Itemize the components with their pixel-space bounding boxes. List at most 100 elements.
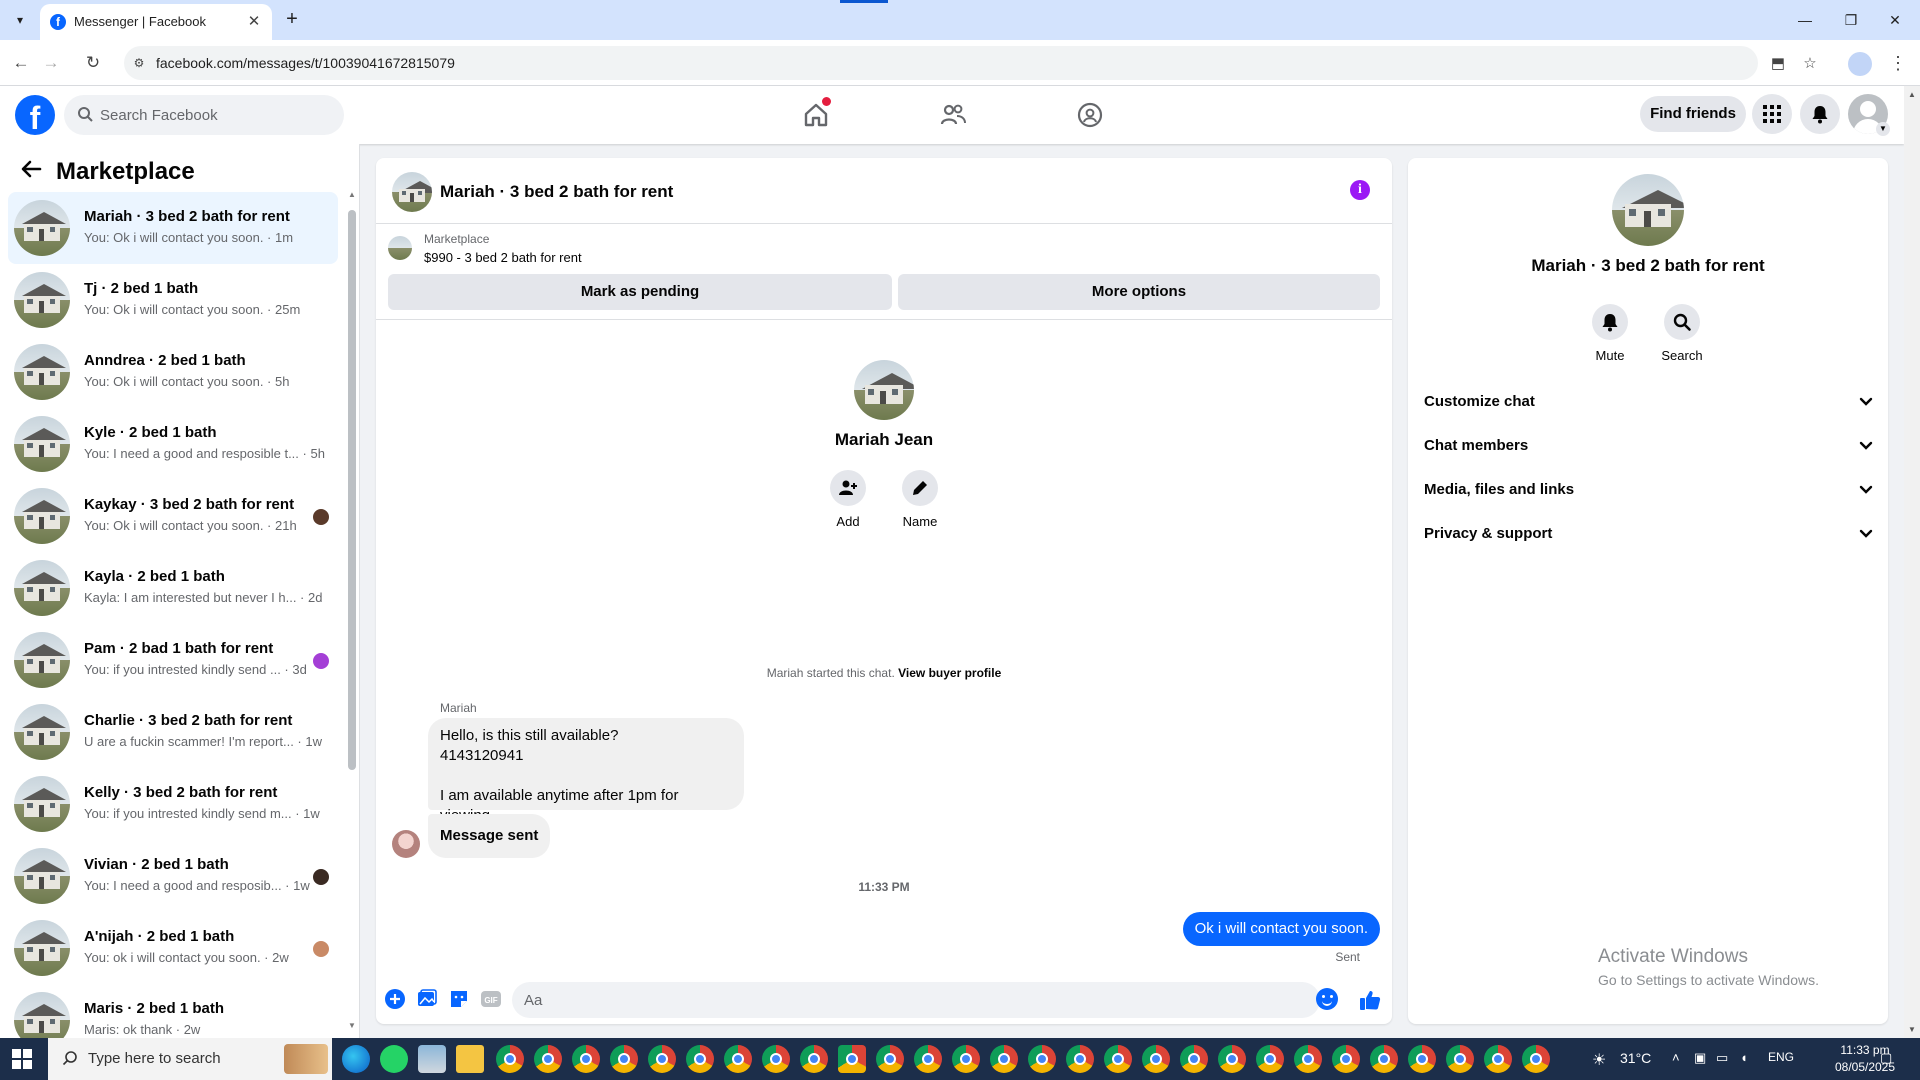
chrome-app-icon[interactable] (952, 1045, 980, 1073)
chrome-app-icon[interactable] (724, 1045, 752, 1073)
chrome-app-icon[interactable] (1256, 1045, 1284, 1073)
language-indicator[interactable]: ENG (1768, 1050, 1794, 1064)
conversation-item[interactable]: Kyle · 2 bed 1 bath You: I need a good an… (8, 408, 338, 480)
volume-icon[interactable]: ◖ (1740, 1050, 1748, 1065)
add-member-button[interactable]: Add (818, 470, 878, 529)
chrome-app-icon[interactable] (686, 1045, 714, 1073)
facebook-search[interactable] (64, 95, 344, 135)
friends-nav-icon[interactable] (933, 95, 973, 135)
network-icon[interactable]: ▭ (1716, 1050, 1728, 1066)
new-tab-icon[interactable]: + (280, 8, 304, 32)
chrome-app-icon[interactable] (876, 1045, 904, 1073)
chrome-app-icon[interactable] (914, 1045, 942, 1073)
gif-icon[interactable]: GIF (480, 988, 504, 1012)
conversation-item[interactable]: Pam · 2 bad 1 bath for rent You: if you i… (8, 624, 338, 696)
chrome-app-icon[interactable] (1484, 1045, 1512, 1073)
conversation-item[interactable]: A'nijah · 2 bed 1 bath You: ok i will con… (8, 912, 338, 984)
account-chevron-icon[interactable]: ▼ (1876, 122, 1890, 136)
taskbar-search[interactable]: Type here to search (48, 1038, 332, 1080)
install-app-icon[interactable]: ⬒ (1768, 54, 1788, 74)
conversation-item[interactable]: Charlie · 3 bed 2 bath for rent U are a f… (8, 696, 338, 768)
chrome-app-icon[interactable] (572, 1045, 600, 1073)
edit-name-button[interactable]: Name (890, 470, 950, 529)
sender-avatar[interactable] (392, 830, 420, 858)
temperature[interactable]: 31°C (1620, 1050, 1651, 1066)
chrome-app-icon[interactable] (990, 1045, 1018, 1073)
notifications-bell-icon[interactable] (1800, 94, 1840, 134)
tab-search-chevron-icon[interactable]: ▾ (6, 8, 34, 32)
url-text[interactable]: facebook.com/messages/t/1003904167281507… (156, 55, 455, 71)
minimize-icon[interactable]: — (1790, 8, 1820, 32)
contact-avatar[interactable] (854, 360, 914, 420)
conversation-item[interactable]: Kaykay · 3 bed 2 bath for rent You: Ok i … (8, 480, 338, 552)
search-input[interactable] (100, 105, 330, 125)
conversation-item[interactable]: Anndrea · 2 bed 1 bath You: Ok i will con… (8, 336, 338, 408)
tray-chevron-icon[interactable]: ˄ (1672, 1050, 1680, 1065)
taskbar-search-text[interactable]: Type here to search (88, 1050, 221, 1067)
plus-circle-icon[interactable] (384, 988, 408, 1012)
conversation-item[interactable]: Mariah · 3 bed 2 bath for rent You: Ok i … (8, 192, 338, 264)
reload-icon[interactable]: ↻ (80, 50, 106, 76)
chat-avatar[interactable] (392, 172, 432, 212)
whatsapp-app-icon[interactable] (380, 1045, 408, 1073)
photo-icon[interactable] (416, 988, 440, 1012)
back-icon[interactable]: ← (8, 50, 34, 76)
file-explorer-icon[interactable] (456, 1045, 484, 1073)
emoji-icon[interactable] (1316, 988, 1338, 1010)
tray-app-icon[interactable]: ▣ (1694, 1050, 1706, 1066)
back-arrow-icon[interactable] (20, 158, 44, 182)
chrome-app-icon[interactable] (1218, 1045, 1246, 1073)
site-info-icon[interactable]: ⚙ (130, 54, 148, 72)
bookmark-star-icon[interactable]: ☆ (1800, 54, 1820, 74)
message-input[interactable] (512, 982, 1320, 1018)
sticker-icon[interactable] (448, 988, 472, 1012)
chrome-app-icon[interactable] (1104, 1045, 1132, 1073)
conversation-item[interactable]: Maris · 2 bed 1 bath Maris: ok thank · 2w (8, 984, 338, 1038)
close-tab-icon[interactable]: ✕ (244, 12, 264, 32)
mark-pending-button[interactable]: Mark as pending (388, 274, 892, 310)
more-options-button[interactable]: More options (898, 274, 1380, 310)
chrome-app-icon[interactable] (1370, 1045, 1398, 1073)
groups-nav-icon[interactable] (1070, 95, 1110, 135)
chrome-app-icon[interactable] (534, 1045, 562, 1073)
chat-title[interactable]: Mariah · 3 bed 2 bath for rent (440, 182, 673, 202)
chat-members-row[interactable]: Chat members (1424, 424, 1880, 468)
forward-icon[interactable]: → (38, 50, 64, 76)
notification-center-icon[interactable]: ▢ (1880, 1050, 1892, 1066)
menu-grid-icon[interactable] (1752, 94, 1792, 134)
conversation-item[interactable]: Vivian · 2 bed 1 bath You: I need a good … (8, 840, 338, 912)
chrome-app-icon[interactable] (610, 1045, 638, 1073)
windows-start-icon[interactable] (12, 1049, 32, 1069)
chrome-app-icon[interactable] (762, 1045, 790, 1073)
privacy-support-row[interactable]: Privacy & support (1424, 512, 1880, 556)
browser-tab[interactable]: f Messenger | Facebook ✕ (40, 4, 272, 40)
mute-button[interactable]: Mute (1580, 304, 1640, 363)
conversation-item[interactable]: Kayla · 2 bed 1 bath Kayla: I am interest… (8, 552, 338, 624)
listing-price[interactable]: $990 - 3 bed 2 bath for rent (424, 250, 582, 265)
customize-chat-row[interactable]: Customize chat (1424, 380, 1880, 424)
conversation-item[interactable]: Tj · 2 bed 1 bath You: Ok i will contact … (8, 264, 338, 336)
incoming-message[interactable]: Hello, is this still available? 41431209… (428, 718, 744, 824)
chrome-app-icon[interactable] (1332, 1045, 1360, 1073)
chrome-app-icon[interactable] (1066, 1045, 1094, 1073)
facebook-logo-icon[interactable]: f (15, 95, 55, 136)
media-files-links-row[interactable]: Media, files and links (1424, 468, 1880, 512)
home-nav-icon[interactable] (796, 95, 836, 135)
sidebar-scrollbar[interactable]: ▲ ▼ (348, 190, 356, 1030)
chrome-app-icon[interactable] (800, 1045, 828, 1073)
conversation-item[interactable]: Kelly · 3 bed 2 bath for rent You: if you… (8, 768, 338, 840)
chrome-profile-icon[interactable] (1848, 52, 1872, 76)
chrome-app-icon[interactable] (1028, 1045, 1056, 1073)
chrome-app-icon[interactable] (1522, 1045, 1550, 1073)
incoming-message-2[interactable]: Message sent (428, 814, 551, 858)
chrome-app-icon[interactable] (1446, 1045, 1474, 1073)
listing-thumb[interactable] (388, 236, 412, 260)
find-friends-button[interactable]: Find friends (1640, 96, 1746, 132)
like-thumb-icon[interactable] (1358, 988, 1382, 1012)
outgoing-message[interactable]: Ok i will contact you soon. (1182, 912, 1380, 946)
view-buyer-profile-link[interactable]: View buyer profile (898, 666, 1001, 680)
chrome-menu-icon[interactable]: ⋮ (1888, 50, 1908, 76)
page-scrollbar[interactable]: ▲ ▼ (1904, 86, 1920, 1038)
weather-icon[interactable]: ☀ (1592, 1050, 1606, 1070)
chrome-app-icon[interactable] (1408, 1045, 1436, 1073)
